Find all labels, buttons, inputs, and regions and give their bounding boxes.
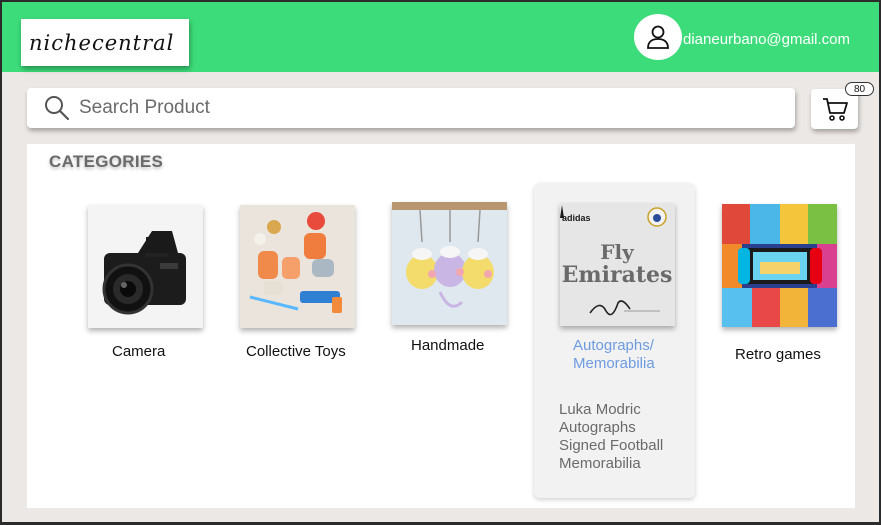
selected-category-description: Luka Modric Autographs Signed Football M… [559,401,664,472]
user-avatar[interactable] [634,14,682,60]
category-image-toys[interactable] [240,205,355,328]
site-logo[interactable]: nichecentral [21,19,189,66]
category-label-retro-games[interactable]: Retro games [735,346,821,363]
search-icon[interactable] [43,94,71,122]
image-sponsor-line-1: Fly [600,240,635,264]
category-label-camera[interactable]: Camera [112,343,165,360]
image-brand-text: adidas [562,213,591,223]
category-label-autographs[interactable]: Autographs/ Memorabilia [573,337,693,373]
category-image-handmade[interactable] [392,202,507,325]
user-email[interactable]: dianeurbano@gmail.com [683,31,850,48]
categories-heading: CATEGORIES [49,152,164,171]
category-image-autographs[interactable]: adidas Fly Emirates [560,203,675,326]
search-input[interactable] [79,97,759,119]
image-sponsor-line-2: Emirates [562,262,673,288]
category-label-handmade[interactable]: Handmade [411,337,484,354]
cart-count-badge: 80 [845,82,874,96]
category-image-camera[interactable] [88,205,203,328]
category-label-toys[interactable]: Collective Toys [246,343,346,360]
category-image-retro-games[interactable] [722,204,837,327]
logo-text: nichecentral [29,30,175,55]
search-bar[interactable] [27,88,795,128]
user-icon [647,25,669,49]
cart-icon [822,98,848,121]
